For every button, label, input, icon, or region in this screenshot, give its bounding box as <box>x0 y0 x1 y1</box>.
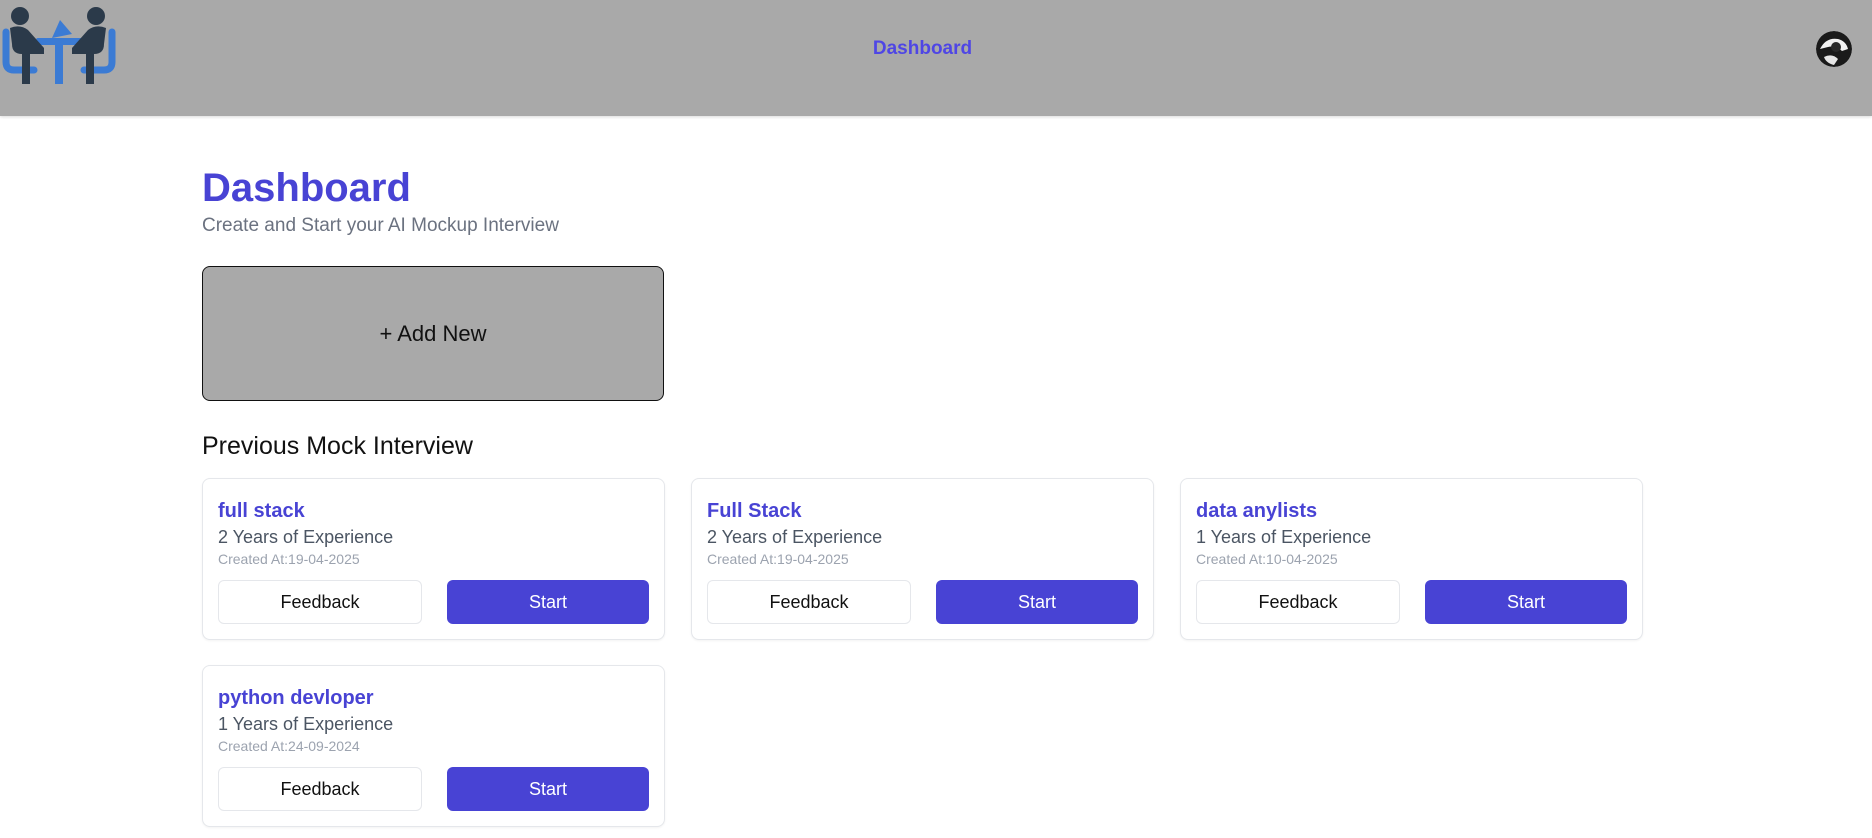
interview-card-actions: Feedback Start <box>707 580 1138 624</box>
nav-dashboard-link[interactable]: Dashboard <box>0 38 1845 60</box>
interview-card-title: full stack <box>218 500 305 522</box>
interview-card: python devloper 1 Years of Experience Cr… <box>202 665 665 827</box>
start-button[interactable]: Start <box>447 767 649 811</box>
interview-card-title: data anylists <box>1196 500 1318 522</box>
top-header: Dashboard <box>0 0 1872 116</box>
start-button[interactable]: Start <box>1425 580 1627 624</box>
page-subtitle: Create and Start your AI Mockup Intervie… <box>202 215 559 236</box>
interview-card-actions: Feedback Start <box>218 580 649 624</box>
interview-card-actions: Feedback Start <box>1196 580 1627 624</box>
feedback-button[interactable]: Feedback <box>1196 580 1400 624</box>
start-button[interactable]: Start <box>936 580 1138 624</box>
interview-card: data anylists 1 Years of Experience Crea… <box>1180 478 1643 640</box>
interview-card-created-date: Created At:24-09-2024 <box>218 738 360 754</box>
interview-card-list: full stack 2 Years of Experience Created… <box>202 478 1643 827</box>
start-button[interactable]: Start <box>447 580 649 624</box>
interview-card-title: python devloper <box>218 687 374 709</box>
interview-card-experience: 2 Years of Experience <box>707 527 883 547</box>
feedback-button[interactable]: Feedback <box>218 767 422 811</box>
feedback-button[interactable]: Feedback <box>218 580 422 624</box>
interview-card-created-date: Created At:19-04-2025 <box>707 551 849 567</box>
interview-card-experience: 2 Years of Experience <box>218 527 394 547</box>
previous-interviews-heading: Previous Mock Interview <box>202 432 473 460</box>
interview-card: Full Stack 2 Years of Experience Created… <box>691 478 1154 640</box>
interview-card-created-date: Created At:19-04-2025 <box>218 551 360 567</box>
interview-card-created-date: Created At:10-04-2025 <box>1196 551 1338 567</box>
add-new-interview-button[interactable]: + Add New <box>202 266 664 401</box>
interview-card-experience: 1 Years of Experience <box>218 714 394 734</box>
interview-card-experience: 1 Years of Experience <box>1196 527 1372 547</box>
page-title: Dashboard <box>202 166 411 210</box>
add-new-label: + Add New <box>379 320 487 346</box>
feedback-button[interactable]: Feedback <box>707 580 911 624</box>
interview-card-title: Full Stack <box>707 500 802 522</box>
interview-card: full stack 2 Years of Experience Created… <box>202 478 665 640</box>
user-avatar-icon[interactable] <box>1816 31 1852 67</box>
interview-card-actions: Feedback Start <box>218 767 649 811</box>
